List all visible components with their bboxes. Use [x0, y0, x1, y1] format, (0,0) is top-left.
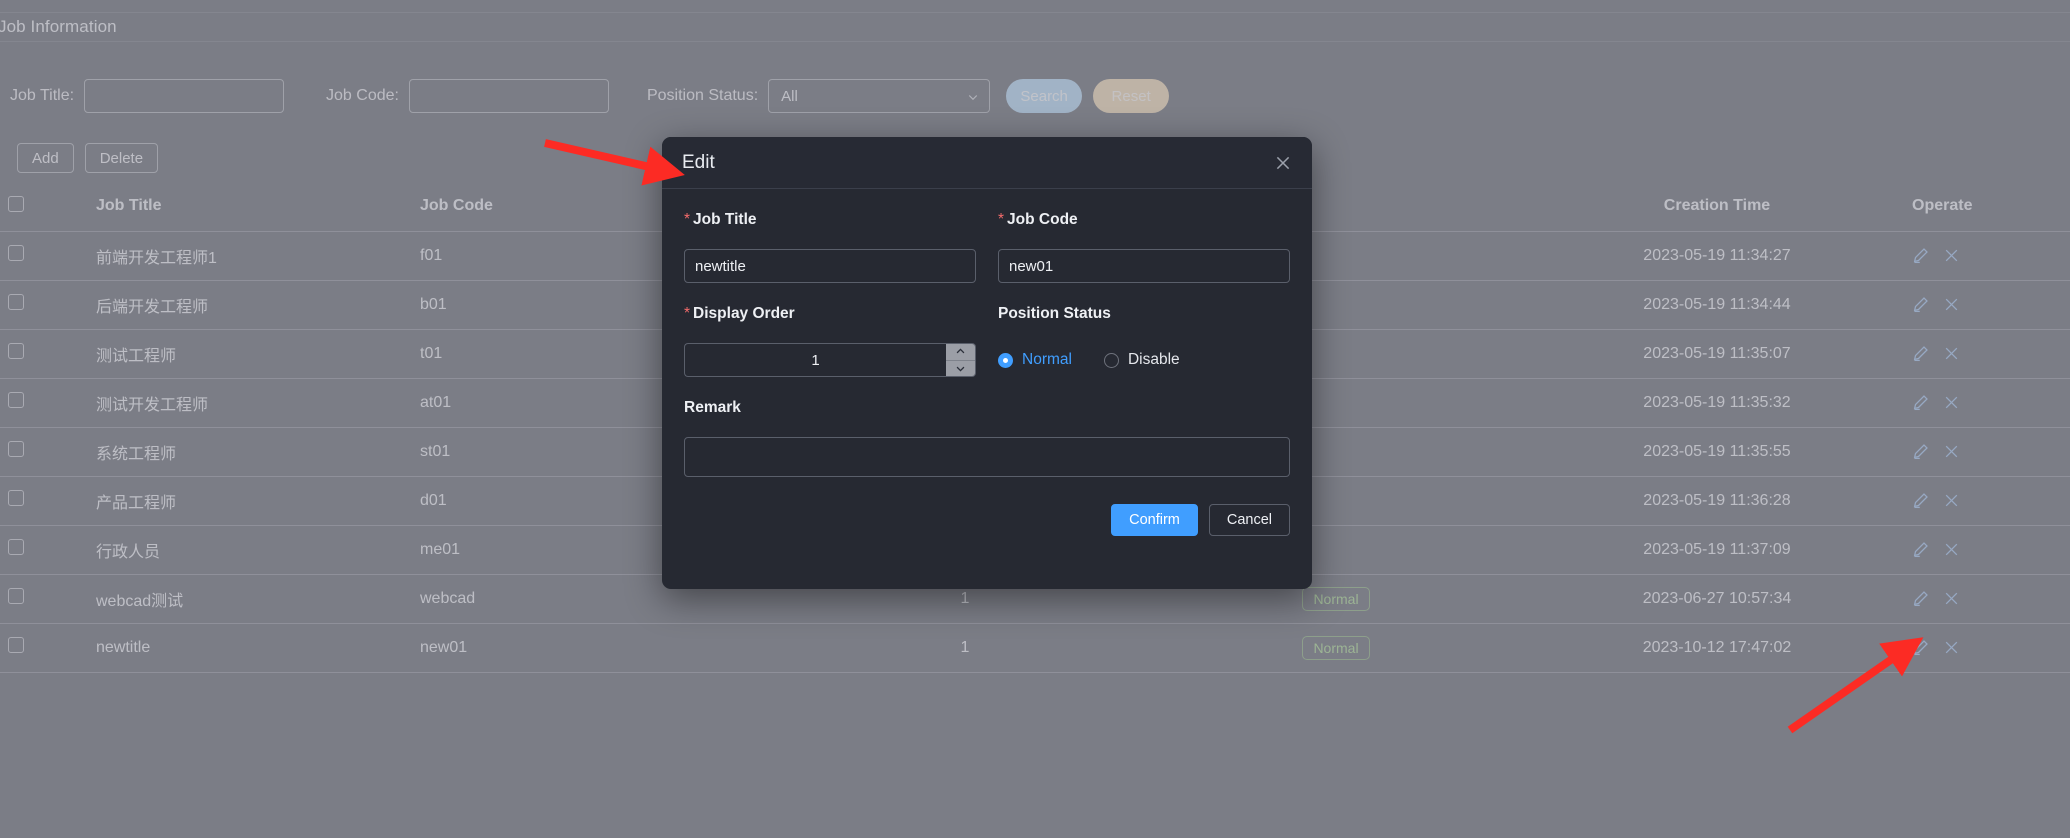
- required-asterisk: *: [684, 211, 691, 228]
- cancel-button[interactable]: Cancel: [1208, 504, 1290, 536]
- job-code-label-text: Job Code: [1007, 211, 1078, 228]
- position-status-label: Position Status: [998, 305, 1111, 322]
- display-order-label: * Display Order: [684, 305, 976, 323]
- dialog-body: *Job Title *Job Code *Display Order: [662, 189, 1312, 536]
- dialog-title: Edit: [682, 151, 715, 173]
- remark-label: Remark: [684, 399, 741, 416]
- field-remark: Remark: [684, 399, 1290, 482]
- display-order-stepper[interactable]: [684, 343, 976, 377]
- field-display-order: * Display Order: [684, 305, 976, 377]
- stepper-increment-button[interactable]: [946, 344, 975, 360]
- edit-job-dialog: Edit *Job Title *Job Code: [662, 137, 1312, 589]
- dialog-header: Edit: [662, 137, 1312, 189]
- radio-disable-label: Disable: [1127, 351, 1180, 368]
- close-icon[interactable]: [1274, 154, 1292, 172]
- job-code-input[interactable]: [998, 249, 1290, 283]
- radio-option-normal[interactable]: Normal: [998, 351, 1072, 369]
- field-job-code: * Job Code: [998, 211, 1290, 283]
- form-row-title-code: *Job Title *Job Code: [684, 211, 1290, 283]
- confirm-button[interactable]: Confirm: [1111, 504, 1198, 536]
- job-title-input[interactable]: [684, 249, 976, 283]
- radio-option-disable[interactable]: Disable: [1103, 351, 1180, 369]
- stepper-buttons: [946, 343, 976, 377]
- job-title-label: * Job Title: [684, 211, 976, 229]
- form-row-order-status: *Display Order Position Status: [684, 305, 1290, 377]
- required-asterisk: *: [998, 211, 1005, 228]
- job-title-label-text: Job Title: [693, 211, 757, 228]
- field-position-status: Position Status Normal Disable: [998, 305, 1290, 377]
- radio-disable-indicator[interactable]: [1103, 352, 1119, 368]
- radio-normal-label: Normal: [1022, 351, 1072, 368]
- display-order-label-text: Display Order: [693, 305, 795, 322]
- display-order-input[interactable]: [684, 343, 946, 377]
- radio-normal-indicator[interactable]: [998, 352, 1013, 368]
- job-code-label: * Job Code: [998, 211, 1290, 229]
- remark-textarea[interactable]: [684, 437, 1290, 477]
- dialog-footer: Confirm Cancel: [684, 482, 1290, 536]
- stepper-decrement-button[interactable]: [946, 359, 975, 377]
- required-asterisk: *: [684, 305, 691, 322]
- field-job-title: * Job Title: [684, 211, 976, 283]
- position-status-radio-group: Normal Disable: [998, 343, 1290, 377]
